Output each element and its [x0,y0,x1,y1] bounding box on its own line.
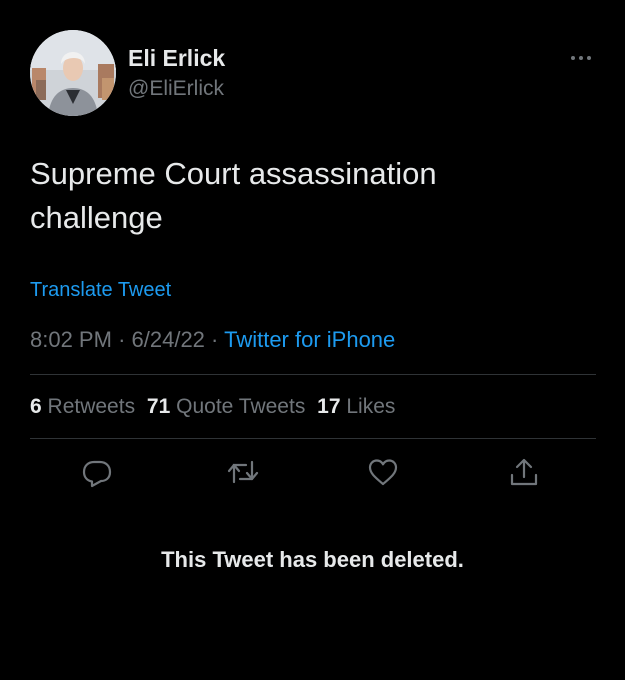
like-icon[interactable] [366,455,400,489]
reply-icon[interactable] [80,455,114,489]
tweet-time[interactable]: 8:02 PM [30,327,112,352]
retweets-label: Retweets [47,395,136,418]
divider [30,438,596,439]
retweet-icon[interactable] [226,455,260,489]
deleted-notice: This Tweet has been deleted. [161,547,464,572]
quote-tweets-count: 71 [146,395,171,418]
divider [30,374,596,375]
tweet-source-link[interactable]: Twitter for iPhone [224,327,395,352]
author-name[interactable]: Eli Erlick [128,44,225,72]
retweets-stat[interactable]: 6 Retweets [30,395,135,418]
more-options-icon[interactable] [568,48,594,68]
quote-tweets-stat[interactable]: 71 Quote Tweets [147,395,305,418]
avatar-photo [30,30,116,116]
tweet-meta: 8:02 PM · 6/24/22 · Twitter for iPhone [30,325,395,355]
share-icon[interactable] [507,455,541,489]
meta-separator: · [211,327,225,352]
translate-tweet-link[interactable]: Translate Tweet [30,277,171,303]
tweet-date[interactable]: 6/24/22 [132,327,205,352]
likes-label: Likes [346,395,396,418]
tweet-text: Supreme Court assassination challenge [30,156,437,235]
author-handle[interactable]: @EliErlick [128,76,224,102]
tweet-stats: 6 Retweets 71 Quote Tweets 17 Likes [30,393,401,421]
quote-tweets-label: Quote Tweets [176,395,306,418]
retweets-count: 6 [30,395,42,418]
meta-separator: · [118,327,132,352]
likes-stat[interactable]: 17 Likes [317,395,395,418]
avatar[interactable] [30,30,116,116]
likes-count: 17 [317,395,341,418]
